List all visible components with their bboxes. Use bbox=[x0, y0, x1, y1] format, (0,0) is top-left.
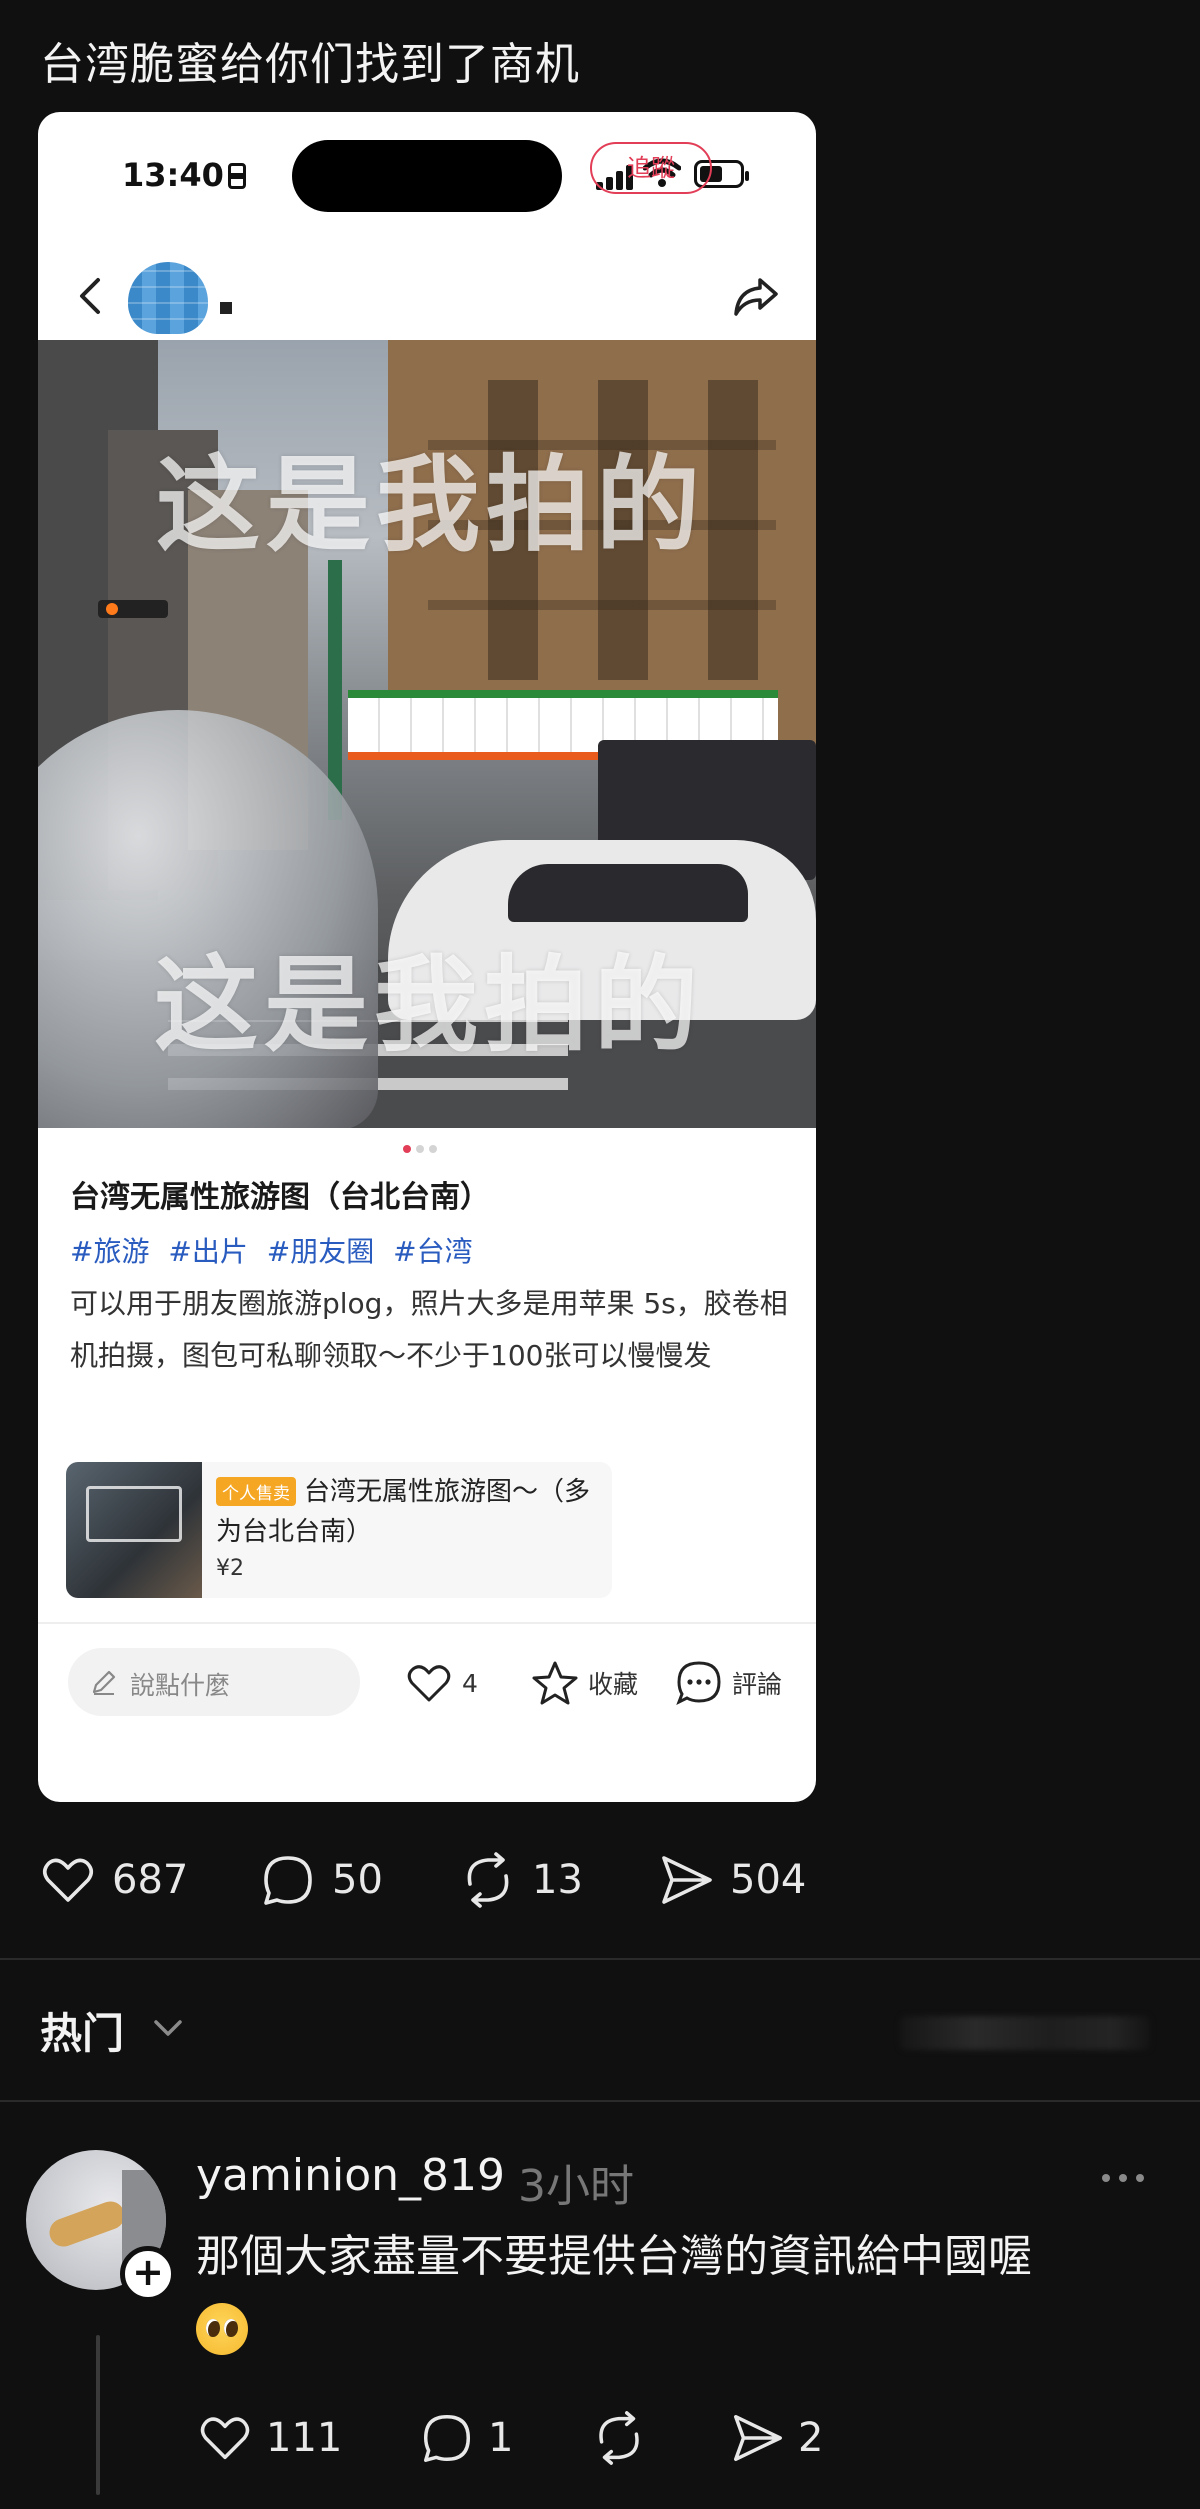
embedded-comment-label: 評論 bbox=[732, 1670, 783, 1699]
embedded-post-title: 台湾无属性旅游图（台北台南） bbox=[70, 1180, 490, 1215]
hashtag-link[interactable]: #台湾 bbox=[393, 1235, 472, 1268]
product-thumbnail bbox=[66, 1462, 202, 1598]
post-actions: 687 50 13 504 bbox=[38, 1850, 838, 1910]
comment-placeholder: 說點什麼 bbox=[130, 1671, 231, 1700]
embedded-favorite-label: 收藏 bbox=[588, 1670, 639, 1699]
name-dot bbox=[220, 302, 232, 314]
hashtag-link[interactable]: #旅游 bbox=[70, 1235, 149, 1268]
reply-bubble-icon bbox=[264, 1856, 312, 1905]
pen-icon bbox=[92, 1670, 116, 1695]
thread-line bbox=[96, 2335, 100, 2495]
post-text: 台湾脆蜜给你们找到了商机 bbox=[40, 39, 580, 90]
repost-button[interactable]: 13 bbox=[458, 1850, 583, 1910]
back-icon[interactable] bbox=[72, 276, 112, 316]
sort-dropdown[interactable]: 热门 bbox=[40, 2000, 124, 2061]
follow-button[interactable]: 追蹤 bbox=[590, 142, 712, 194]
reply-actions: 111 1 2 bbox=[196, 2408, 896, 2468]
carousel-dot bbox=[416, 1145, 424, 1153]
photo-traffic-light bbox=[98, 600, 168, 618]
embedded-like-count: 4 bbox=[462, 1668, 478, 1698]
embedded-nav-bar: 追蹤 bbox=[38, 142, 816, 352]
reply-timestamp: 3小时 bbox=[518, 2161, 634, 2212]
reply-count: 50 bbox=[332, 1857, 383, 1903]
divider bbox=[38, 1622, 816, 1624]
hashtag-link[interactable]: #出片 bbox=[168, 1235, 247, 1268]
reply-like-count: 111 bbox=[266, 2415, 343, 2461]
follow-plus-button[interactable]: + bbox=[120, 2246, 176, 2302]
reply-repost-button[interactable] bbox=[590, 2408, 660, 2468]
dynamic-island bbox=[292, 140, 562, 212]
status-time: 13:40 bbox=[122, 156, 246, 194]
reply-like-button[interactable]: 111 bbox=[196, 2408, 342, 2468]
embedded-screenshot[interactable]: 13:40 追蹤 这是我拍的 这是我拍的 台湾无属性旅游图（台北台南） #旅游 … bbox=[38, 112, 816, 1802]
carousel-dot-active bbox=[403, 1145, 411, 1153]
reply-text: 那個大家盡量不要提供台灣的資訊給中國喔 bbox=[196, 2222, 1156, 2362]
reply-reply-count: 1 bbox=[488, 2415, 514, 2461]
hashtag-list: #旅游 #出片 #朋友圈 #台湾 bbox=[70, 1230, 483, 1270]
share-count: 504 bbox=[730, 1857, 807, 1903]
carousel-dots bbox=[403, 1138, 442, 1157]
heart-icon bbox=[42, 1858, 94, 1902]
repost-icon bbox=[599, 2411, 639, 2465]
reply-username[interactable]: yaminion_819 bbox=[196, 2150, 505, 2201]
like-count: 687 bbox=[112, 1857, 189, 1903]
photo-watermark-top: 这是我拍的 bbox=[156, 444, 707, 566]
heart-icon bbox=[407, 1665, 451, 1702]
comment-input[interactable]: 說點什麼 bbox=[68, 1648, 360, 1716]
photo-watermark-bottom: 这是我拍的 bbox=[154, 944, 705, 1066]
chevron-down-icon[interactable] bbox=[150, 2014, 186, 2044]
blurred-region bbox=[900, 2016, 1150, 2050]
reply-share-button[interactable]: 2 bbox=[728, 2408, 823, 2468]
reply-button[interactable]: 50 bbox=[258, 1850, 383, 1910]
send-icon bbox=[733, 2414, 782, 2462]
embedded-favorite-button[interactable]: 收藏 bbox=[530, 1658, 638, 1708]
share-icon[interactable] bbox=[732, 272, 780, 320]
embedded-comment-button[interactable]: 評論 bbox=[674, 1658, 782, 1708]
more-options-icon[interactable] bbox=[1098, 2170, 1148, 2186]
product-card[interactable]: 台湾无属性旅游图～（多为台北台南） 个人售卖 ¥2 bbox=[66, 1462, 612, 1598]
like-button[interactable]: 687 bbox=[38, 1850, 188, 1910]
hashtag-link[interactable]: #朋友圈 bbox=[267, 1235, 374, 1268]
divider bbox=[0, 1958, 1200, 1960]
embedded-description: 可以用于朋友圈旅游plog，照片大多是用苹果 5s，胶卷相机拍摄，图包可私聊领取… bbox=[70, 1287, 788, 1372]
product-price: ¥2 bbox=[216, 1556, 244, 1581]
reply-reply-button[interactable]: 1 bbox=[418, 2408, 513, 2468]
product-tag-badge: 个人售卖 bbox=[216, 1477, 296, 1506]
share-button[interactable]: 504 bbox=[656, 1850, 806, 1910]
post-photo[interactable]: 这是我拍的 这是我拍的 bbox=[38, 340, 816, 1128]
heart-icon bbox=[200, 2417, 250, 2460]
speech-bubble-icon bbox=[676, 1661, 721, 1706]
carousel-dot bbox=[429, 1145, 437, 1153]
blurred-avatar bbox=[128, 262, 208, 334]
reply-share-count: 2 bbox=[798, 2415, 824, 2461]
reply-bubble-icon bbox=[423, 2414, 471, 2462]
repost-icon bbox=[467, 1852, 509, 1908]
send-icon bbox=[662, 1856, 712, 1904]
divider bbox=[0, 2100, 1200, 2102]
embedded-like-button[interactable]: 4 bbox=[404, 1658, 478, 1708]
star-icon bbox=[532, 1661, 578, 1705]
repost-count: 13 bbox=[532, 1857, 583, 1903]
pleading-face-icon bbox=[196, 2303, 248, 2355]
sim-icon bbox=[227, 163, 246, 189]
